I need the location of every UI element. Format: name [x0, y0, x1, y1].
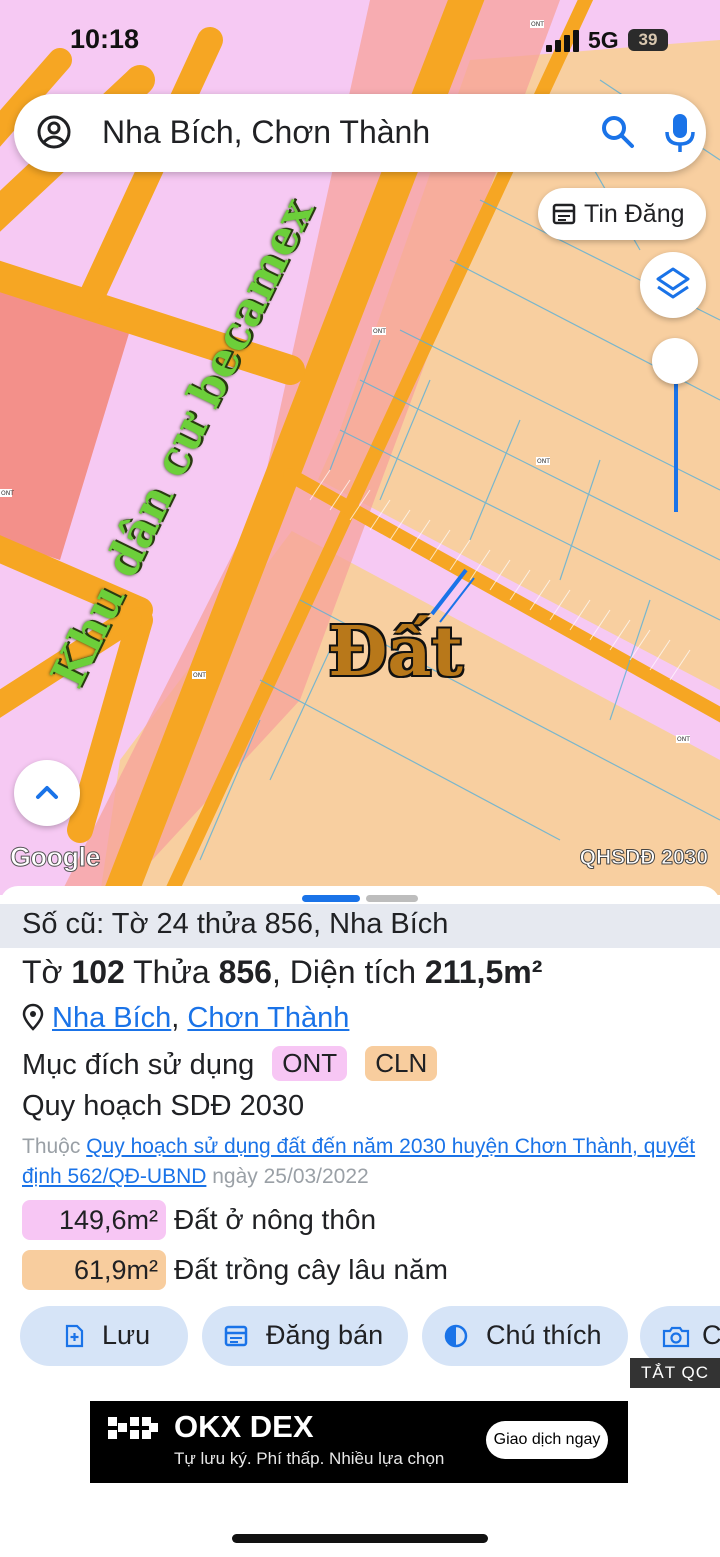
sheet-word: Tờ	[22, 954, 63, 990]
ad-brand: OKX DEX	[174, 1409, 314, 1444]
sheet-handle[interactable]	[302, 895, 360, 902]
layers-icon	[656, 267, 690, 299]
status-bar: 10:18 5G 39	[0, 0, 720, 80]
save-button[interactable]: Lưu	[20, 1306, 188, 1366]
parcel-code-2: ONT	[677, 736, 690, 743]
legend-label: Chú thích	[486, 1320, 602, 1350]
listing-icon	[224, 1325, 248, 1347]
sheet-handle-secondary[interactable]	[366, 895, 418, 902]
purpose-row: Mục đích sử dụng ONT CLN	[22, 1046, 438, 1082]
plan-reference-prefix: Thuộc	[22, 1135, 81, 1158]
commune-link[interactable]: Nha Bích	[52, 1002, 171, 1034]
area-label-ont: Đất ở nông thôn	[174, 1204, 377, 1235]
area-label-cln: Đất trồng cây lâu năm	[174, 1254, 448, 1285]
opacity-slider-handle[interactable]	[652, 338, 698, 384]
signal-icon	[546, 30, 579, 52]
camera-icon	[662, 1326, 690, 1348]
capture-label: C	[702, 1320, 720, 1350]
plan-title: Quy hoạch SDĐ 2030	[22, 1090, 305, 1122]
old-number-text: Số cũ: Tờ 24 thửa 856, Nha Bích	[22, 908, 449, 940]
sheet-number: 102	[71, 954, 125, 990]
contrast-icon	[444, 1324, 468, 1348]
search-icon[interactable]	[598, 112, 638, 152]
search-input[interactable]: Nha Bích, Chơn Thành	[102, 114, 430, 151]
layer-name-label: QHSDĐ 2030	[579, 846, 708, 870]
tag-cln[interactable]: CLN	[365, 1046, 438, 1081]
post-sale-label: Đăng bán	[266, 1320, 384, 1350]
ad-subtitle: Tự lưu ký. Phí thấp. Nhiều lựa chọn	[174, 1449, 445, 1468]
label-dat: Đất	[328, 612, 463, 692]
account-icon[interactable]	[36, 114, 72, 150]
legend-button[interactable]: Chú thích	[422, 1306, 628, 1366]
chevron-up-icon	[36, 786, 58, 799]
post-sale-button[interactable]: Đăng bán	[202, 1306, 408, 1366]
google-logo: Google	[10, 842, 102, 873]
microphone-icon[interactable]	[660, 110, 700, 154]
battery-icon: 39	[628, 29, 668, 51]
capture-button[interactable]: C	[640, 1306, 720, 1366]
okx-logo-icon	[108, 1417, 158, 1439]
parcel-code-5: ONT	[537, 458, 550, 465]
plan-reference: Thuộc Quy hoạch sử dụng đất đến năm 2030…	[22, 1132, 712, 1192]
expand-button[interactable]	[14, 760, 80, 826]
location-pin-icon	[22, 1003, 44, 1031]
parcel-code-4: ONT	[1, 490, 14, 497]
tin-dang-label: Tin Đăng	[584, 200, 685, 228]
parcel-title: Tờ 102 Thửa 856, Diện tích 211,5m²	[22, 954, 542, 991]
parcel-number: 856	[218, 954, 272, 990]
close-ad-button[interactable]: TẮT QC	[630, 1358, 720, 1388]
search-bar[interactable]: Nha Bích, Chơn Thành	[14, 94, 706, 172]
plan-reference-date: ngày 25/03/2022	[212, 1165, 369, 1188]
ad-banner[interactable]: OKX DEX Tự lưu ký. Phí thấp. Nhiều lựa c…	[90, 1401, 628, 1483]
home-indicator[interactable]	[232, 1534, 488, 1543]
area-value-cln: 61,9m²	[22, 1250, 166, 1290]
save-label: Lưu	[102, 1320, 151, 1350]
network-type: 5G	[588, 27, 619, 53]
ad-cta-button[interactable]: Giao dịch ngay	[486, 1421, 608, 1459]
parcel-word: Thửa	[133, 954, 210, 990]
district-link[interactable]: Chơn Thành	[187, 1002, 349, 1034]
location-row: Nha Bích, Chơn Thành	[22, 1002, 349, 1035]
parcel-code-6: ONT	[373, 328, 386, 335]
area-value-ont: 149,6m²	[22, 1200, 166, 1240]
parcel-code-1: ONT	[193, 672, 206, 679]
purpose-label: Mục đích sử dụng	[22, 1049, 255, 1081]
old-number-row: Số cũ: Tờ 24 thửa 856, Nha Bích	[0, 904, 720, 948]
tag-ont[interactable]: ONT	[272, 1046, 348, 1081]
save-icon	[65, 1324, 84, 1348]
opacity-slider-track[interactable]	[674, 384, 678, 512]
area-word: , Diện tích	[271, 954, 417, 990]
listing-icon	[552, 203, 576, 225]
layers-button[interactable]	[640, 252, 706, 318]
tin-dang-button[interactable]: Tin Đăng	[538, 188, 706, 240]
area-value: 211,5m²	[424, 954, 543, 990]
status-time: 10:18	[70, 24, 140, 54]
